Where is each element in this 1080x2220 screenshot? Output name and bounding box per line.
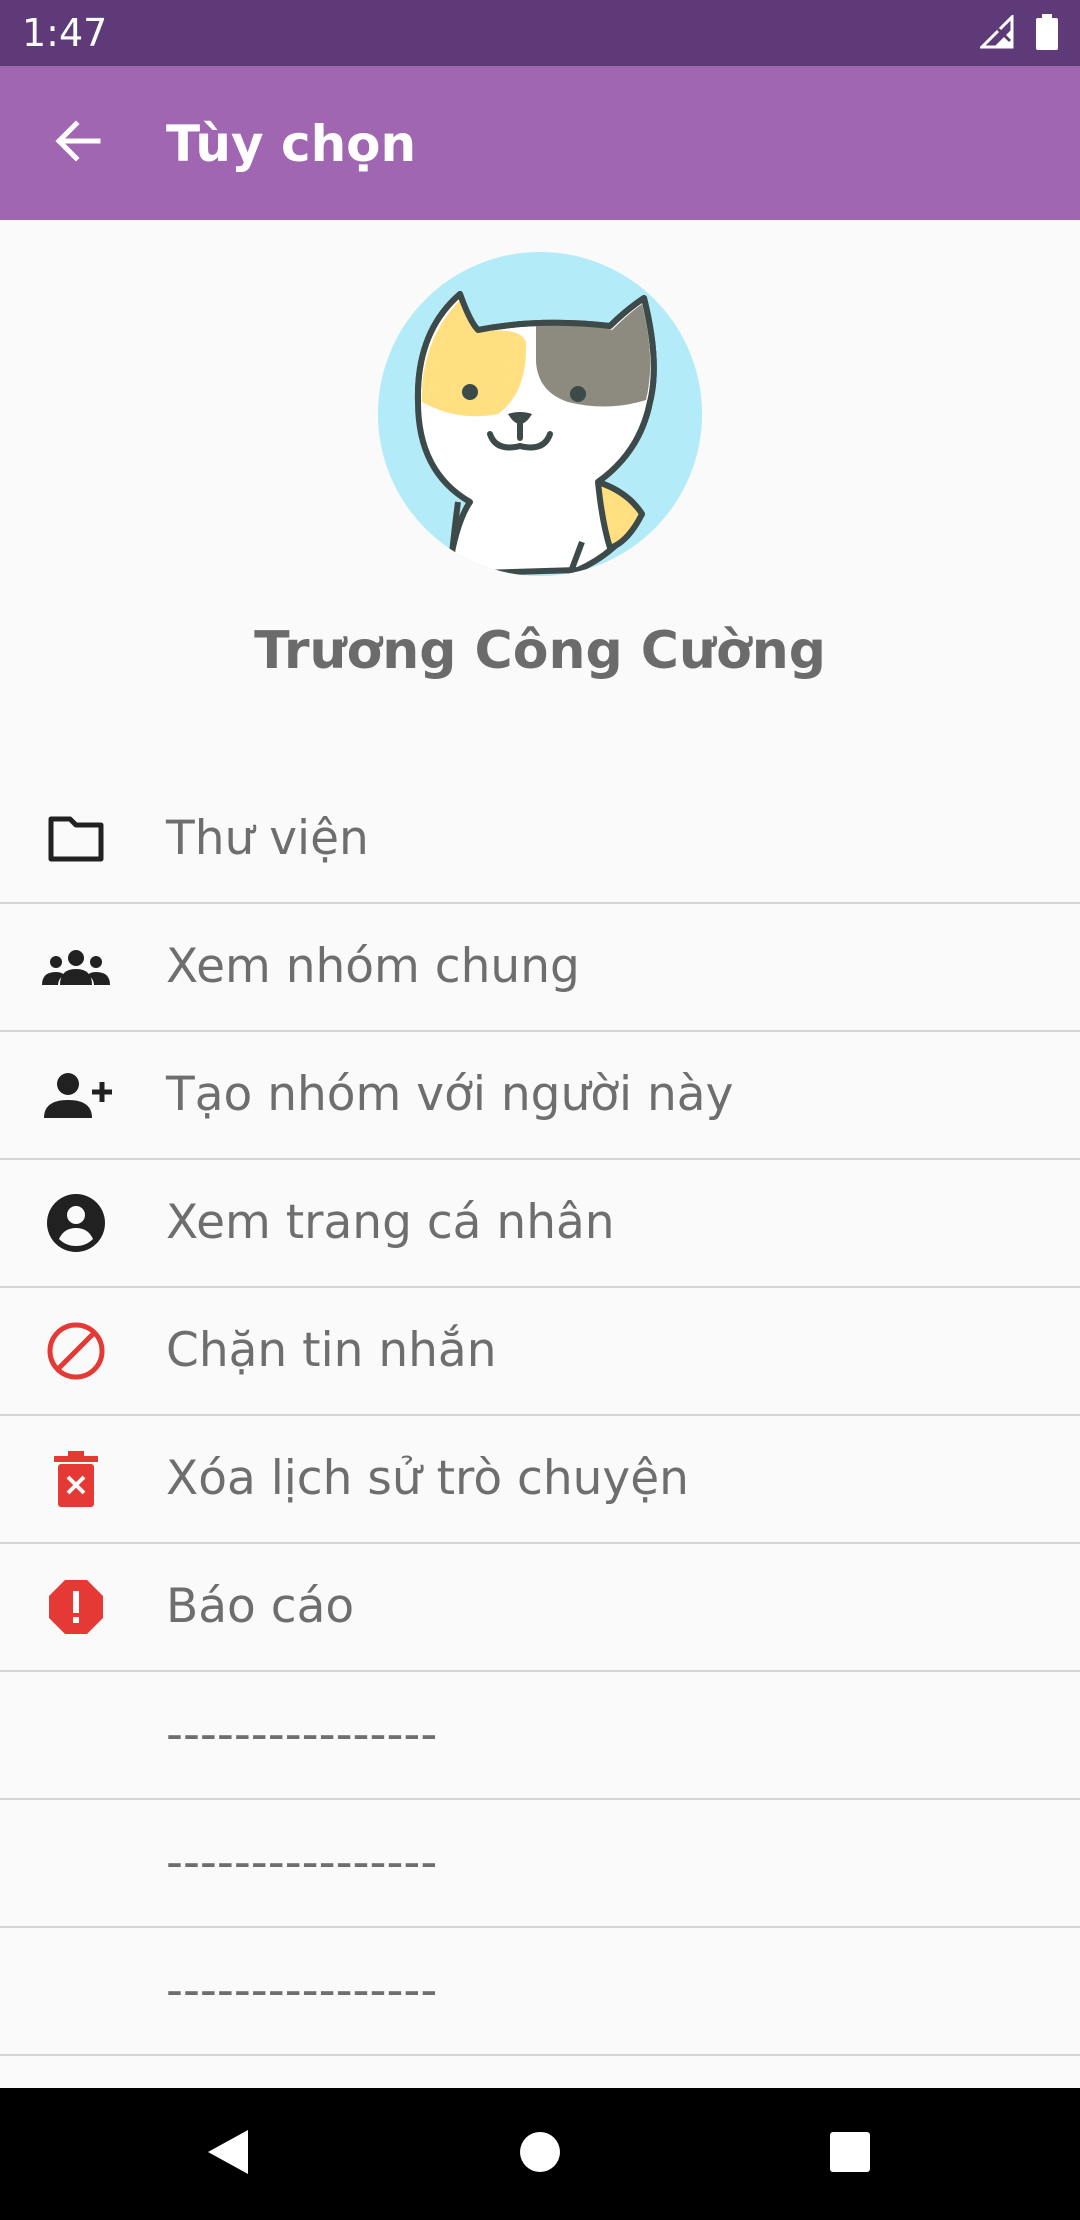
home-circle-icon xyxy=(518,2130,562,2179)
menu-item-label: ---------------- xyxy=(166,1707,438,1762)
menu-item-placeholder[interactable]: ---------------- xyxy=(0,1928,1080,2056)
menu-item-library[interactable]: Thư viện xyxy=(0,776,1080,904)
menu-item-label: Chặn tin nhắn xyxy=(166,1323,497,1378)
back-triangle-icon xyxy=(206,2128,250,2181)
status-bar: 1:47 xyxy=(0,0,1080,66)
menu-item-label: Xem nhóm chung xyxy=(166,939,580,994)
menu-item-label: ---------------- xyxy=(166,1835,438,1890)
status-time: 1:47 xyxy=(22,11,108,55)
menu-item-placeholder[interactable]: ---------------- xyxy=(0,1672,1080,1800)
menu-item-common-groups[interactable]: Xem nhóm chung xyxy=(0,904,1080,1032)
menu-item-label: Tạo nhóm với người này xyxy=(166,1067,734,1122)
account-circle-icon xyxy=(40,1193,112,1253)
block-icon xyxy=(40,1321,112,1381)
profile-name: Trương Công Cường xyxy=(254,621,826,681)
options-menu: Thư viện Xem nhóm chung Tạo nhóm với ngư… xyxy=(0,776,1080,2056)
report-icon xyxy=(40,1577,112,1637)
back-button[interactable] xyxy=(40,106,114,180)
battery-icon xyxy=(1036,14,1058,55)
folder-icon xyxy=(40,809,112,869)
menu-item-label: Xóa lịch sử trò chuyện xyxy=(166,1451,689,1506)
nav-recents-button[interactable] xyxy=(814,2118,886,2190)
avatar[interactable] xyxy=(378,252,702,576)
nav-back-button[interactable] xyxy=(192,2118,264,2190)
menu-item-delete-history[interactable]: Xóa lịch sử trò chuyện xyxy=(0,1416,1080,1544)
cat-avatar xyxy=(378,252,702,576)
menu-item-report[interactable]: Báo cáo xyxy=(0,1544,1080,1672)
menu-item-label: Báo cáo xyxy=(166,1579,355,1634)
delete-icon xyxy=(40,1449,112,1509)
nav-home-button[interactable] xyxy=(504,2118,576,2190)
menu-item-label: Thư viện xyxy=(166,811,369,866)
menu-item-label: ---------------- xyxy=(166,1963,438,2018)
app-bar: Tùy chọn xyxy=(0,66,1080,220)
signal-icon xyxy=(978,13,1014,54)
menu-item-block-messages[interactable]: Chặn tin nhắn xyxy=(0,1288,1080,1416)
arrow-back-icon xyxy=(52,116,102,171)
menu-item-view-profile[interactable]: Xem trang cá nhân xyxy=(0,1160,1080,1288)
status-icons xyxy=(978,13,1058,55)
group-icon xyxy=(40,937,112,997)
navigation-bar xyxy=(0,2088,1080,2220)
menu-item-placeholder[interactable]: ---------------- xyxy=(0,1800,1080,1928)
menu-item-create-group[interactable]: Tạo nhóm với người này xyxy=(0,1032,1080,1160)
page-title: Tùy chọn xyxy=(166,115,417,173)
recents-square-icon xyxy=(829,2131,871,2178)
add-person-icon xyxy=(40,1065,112,1125)
menu-item-label: Xem trang cá nhân xyxy=(166,1195,615,1250)
